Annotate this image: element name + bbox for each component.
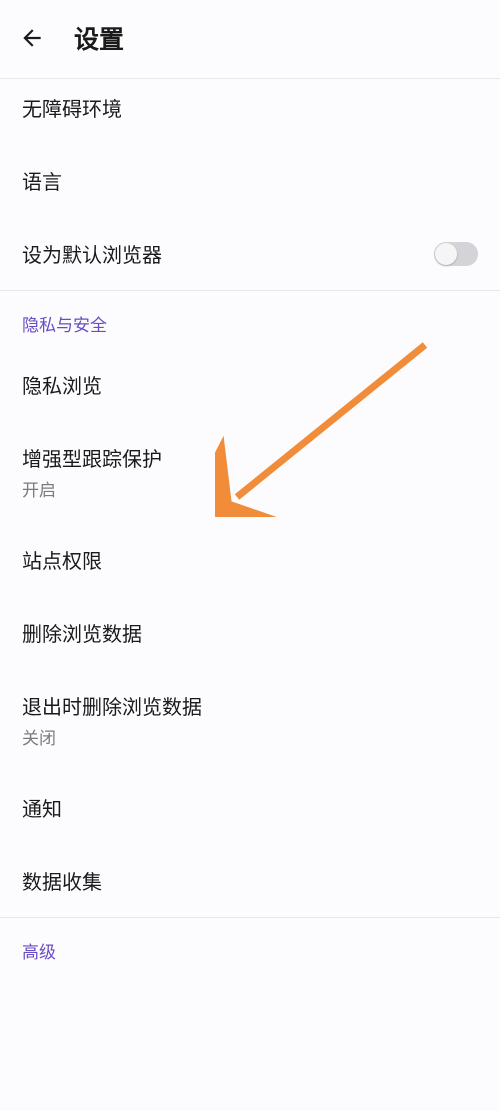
item-label: 隐私浏览 [22, 370, 102, 399]
item-label: 增强型跟踪保护 [22, 443, 162, 472]
section-privacy-security: 隐私与安全 [0, 290, 500, 348]
header: 设置 [0, 0, 500, 78]
item-label: 语言 [22, 166, 62, 195]
arrow-left-icon [19, 25, 45, 51]
item-label: 设为默认浏览器 [22, 239, 162, 268]
item-language[interactable]: 语言 [0, 144, 500, 217]
item-default-browser[interactable]: 设为默认浏览器 [0, 217, 500, 290]
item-label: 退出时删除浏览数据 [22, 691, 202, 720]
settings-list: 无障碍环境 语言 设为默认浏览器 隐私与安全 隐私浏览 增强型跟踪保护 开启 站… [0, 78, 500, 975]
default-browser-toggle[interactable] [434, 242, 478, 266]
page-title: 设置 [74, 20, 124, 56]
item-enhanced-tracking[interactable]: 增强型跟踪保护 开启 [0, 421, 500, 523]
item-notifications[interactable]: 通知 [0, 771, 500, 844]
toggle-knob [435, 243, 457, 265]
item-delete-browsing-data[interactable]: 删除浏览数据 [0, 596, 500, 669]
item-label: 站点权限 [22, 545, 102, 574]
item-private-browsing[interactable]: 隐私浏览 [0, 348, 500, 421]
item-label: 通知 [22, 793, 62, 822]
item-data-collection[interactable]: 数据收集 [0, 844, 500, 917]
item-sublabel: 关闭 [22, 724, 202, 749]
section-advanced: 高级 [0, 917, 500, 975]
item-site-permissions[interactable]: 站点权限 [0, 523, 500, 596]
item-accessibility[interactable]: 无障碍环境 [0, 79, 500, 144]
item-label: 数据收集 [22, 866, 102, 895]
item-delete-on-quit[interactable]: 退出时删除浏览数据 关闭 [0, 669, 500, 771]
item-label: 删除浏览数据 [22, 618, 142, 647]
back-button[interactable] [18, 24, 46, 52]
item-label: 无障碍环境 [22, 93, 122, 122]
item-sublabel: 开启 [22, 476, 162, 501]
